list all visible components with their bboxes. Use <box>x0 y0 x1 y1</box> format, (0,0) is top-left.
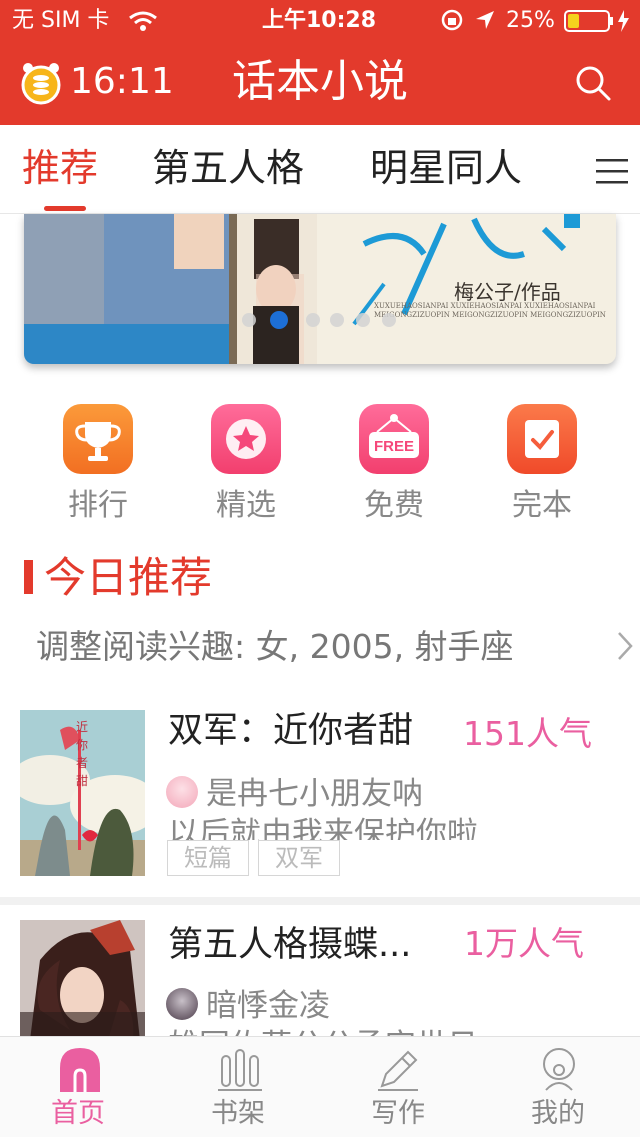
book-popularity: 151人气 <box>463 714 592 753</box>
carousel-dot[interactable] <box>356 313 370 327</box>
ranking-button[interactable] <box>63 404 133 474</box>
active-tab-indicator <box>44 206 86 211</box>
book-tag[interactable]: 双军 <box>258 840 340 876</box>
carousel-dot[interactable] <box>242 313 256 327</box>
banner-pinyin-2: MEIGONGZIZUOPIN MEIGONGZIZUOPIN MEIGONGZ… <box>374 311 606 319</box>
search-icon[interactable] <box>574 64 612 102</box>
free-badge-text: FREE <box>374 438 414 455</box>
book-title[interactable]: 双军：近你者甜 <box>168 708 413 754</box>
author-avatar[interactable] <box>166 776 198 808</box>
tab-recommend[interactable]: 推荐 <box>22 140 98 196</box>
carousel-dot[interactable] <box>330 313 344 327</box>
card-divider <box>0 897 640 905</box>
menu-icon[interactable] <box>596 158 628 184</box>
book-tag[interactable]: 短篇 <box>167 840 249 876</box>
banner-caption: 梅公子/作品 <box>454 280 561 304</box>
tab-profile-label: 我的 <box>531 1098 585 1129</box>
app-title: 话本小说 <box>232 56 408 107</box>
location-arrow-icon <box>476 11 494 29</box>
author-avatar[interactable] <box>166 988 198 1020</box>
free-label: 免费 <box>364 488 424 523</box>
book-author[interactable]: 是冉七小朋友呐 <box>206 774 423 814</box>
carousel-dot[interactable] <box>306 313 320 327</box>
ranking-label: 排行 <box>68 488 128 523</box>
book-description: 雄国佐蒋公公丞定世日 <box>168 1026 478 1036</box>
book-author[interactable]: 暗悸金凌 <box>206 986 330 1026</box>
section-accent-bar <box>24 560 33 594</box>
pencil-icon <box>378 1050 418 1091</box>
profile-icon <box>543 1048 575 1091</box>
home-icon <box>60 1048 100 1092</box>
clock-label: 上午10:28 <box>262 8 377 33</box>
tab-home-label: 首页 <box>51 1098 105 1129</box>
banner-carousel[interactable]: 梅公子/作品 XUXUEHAOSIANPAI XUXIEHAOSIANPAI X… <box>24 214 616 364</box>
book-description: 以后就由我来保护你啦 <box>168 816 478 840</box>
book-description-clip: 雄国佐蒋公公丞定世日 <box>168 1026 628 1036</box>
book-popularity: 1万人气 <box>464 924 584 963</box>
bookshelf-icon <box>218 1049 262 1091</box>
carousel-dot-active[interactable] <box>270 311 288 329</box>
banner-pinyin: XUXUEHAOSIANPAI XUXIEHAOSIANPAI XUXIEHAO… <box>374 302 596 310</box>
completed-label: 完本 <box>512 488 572 523</box>
chevron-right-icon[interactable] <box>616 630 634 662</box>
cover-title: 近你者甜 <box>76 720 89 788</box>
completed-button[interactable] <box>507 404 577 474</box>
book-cover[interactable] <box>20 920 145 1036</box>
book-description-clip: 以后就由我来保护你啦 <box>168 814 628 840</box>
book-cover[interactable]: 近你者甜 <box>10 710 160 876</box>
featured-label: 精选 <box>216 488 276 523</box>
star-icon <box>226 419 266 459</box>
carrier-label: 无 SIM 卡 <box>12 8 110 33</box>
battery-icon <box>564 10 629 32</box>
free-button[interactable]: FREE <box>359 404 429 474</box>
carousel-dot[interactable] <box>382 313 396 327</box>
free-tag-icon: FREE <box>369 414 419 458</box>
wifi-icon <box>129 11 157 31</box>
tab-identity-v[interactable]: 第五人格 <box>152 140 304 196</box>
adjust-interest-link[interactable]: 调整阅读兴趣: 女, 2005, 射手座 <box>36 624 514 670</box>
orientation-lock-icon <box>441 9 463 31</box>
tab-star-fanfic[interactable]: 明星同人 <box>370 140 522 196</box>
battery-percent: 25% <box>506 8 555 33</box>
check-note-icon <box>525 420 559 458</box>
tab-bookshelf-label: 书架 <box>211 1098 265 1129</box>
book-cover-art <box>20 920 145 1036</box>
trophy-icon <box>75 422 121 461</box>
tab-write-label: 写作 <box>371 1098 425 1129</box>
section-title: 今日推荐 <box>44 553 213 602</box>
book-title[interactable]: 第五人格摄蝶... <box>168 922 411 968</box>
featured-button[interactable] <box>211 404 281 474</box>
